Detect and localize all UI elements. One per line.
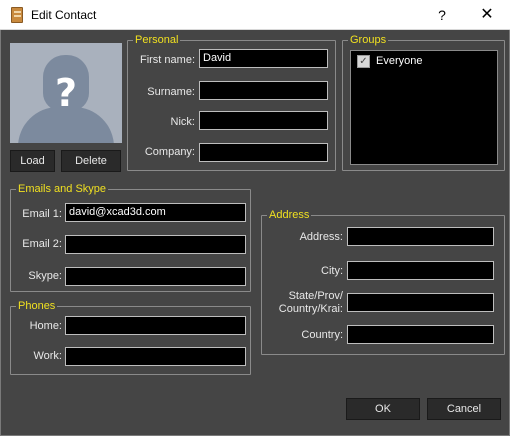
- state-field[interactable]: [347, 293, 494, 312]
- first-name-label: First name:: [139, 54, 195, 66]
- phones-legend: Phones: [16, 299, 58, 313]
- company-label: Company:: [144, 146, 195, 158]
- work-phone-field[interactable]: [65, 347, 246, 366]
- delete-photo-button[interactable]: Delete: [61, 150, 121, 172]
- home-phone-field[interactable]: [65, 316, 246, 335]
- cancel-button[interactable]: Cancel: [427, 398, 501, 420]
- nick-label: Nick:: [170, 116, 195, 128]
- everyone-checkbox[interactable]: ✓: [357, 55, 370, 68]
- city-field[interactable]: [347, 261, 494, 280]
- work-label: Work:: [33, 350, 62, 362]
- nick-field[interactable]: [199, 111, 328, 130]
- home-label: Home:: [29, 320, 62, 332]
- country-label: Country:: [301, 329, 343, 341]
- everyone-label[interactable]: Everyone: [376, 55, 422, 68]
- first-name-field[interactable]: David: [199, 49, 328, 68]
- company-field[interactable]: [199, 143, 328, 162]
- address-book-icon: [11, 7, 23, 23]
- state-label-line1: State/Prov/: [288, 290, 343, 302]
- email1-label: Email 1:: [22, 208, 62, 220]
- contact-photo: ?: [10, 43, 122, 143]
- skype-label: Skype:: [28, 270, 62, 282]
- country-field[interactable]: [347, 325, 494, 344]
- email1-field[interactable]: david@xcad3d.com: [65, 203, 246, 222]
- state-label-line2: Country/Krai:: [278, 303, 343, 315]
- window-title: Edit Contact: [31, 8, 97, 22]
- email2-field[interactable]: [65, 235, 246, 254]
- address-field[interactable]: [347, 227, 494, 246]
- groups-list[interactable]: ✓ Everyone: [350, 50, 498, 165]
- city-label: City:: [321, 265, 343, 277]
- personal-legend: Personal: [133, 33, 181, 47]
- skype-field[interactable]: [65, 267, 246, 286]
- ok-button[interactable]: OK: [346, 398, 420, 420]
- address-legend: Address: [267, 208, 312, 222]
- load-photo-button[interactable]: Load: [10, 150, 55, 172]
- email2-label: Email 2:: [22, 238, 62, 250]
- title-bar: Edit Contact ? ✕: [0, 0, 510, 30]
- unknown-person-icon: ?: [54, 71, 78, 115]
- emails-legend: Emails and Skype: [16, 182, 109, 196]
- close-button[interactable]: ✕: [465, 0, 509, 30]
- groups-legend: Groups: [348, 33, 389, 47]
- surname-field[interactable]: [199, 81, 328, 100]
- address-label: Address:: [299, 231, 343, 243]
- help-button[interactable]: ?: [422, 0, 462, 30]
- surname-label: Surname:: [147, 86, 195, 98]
